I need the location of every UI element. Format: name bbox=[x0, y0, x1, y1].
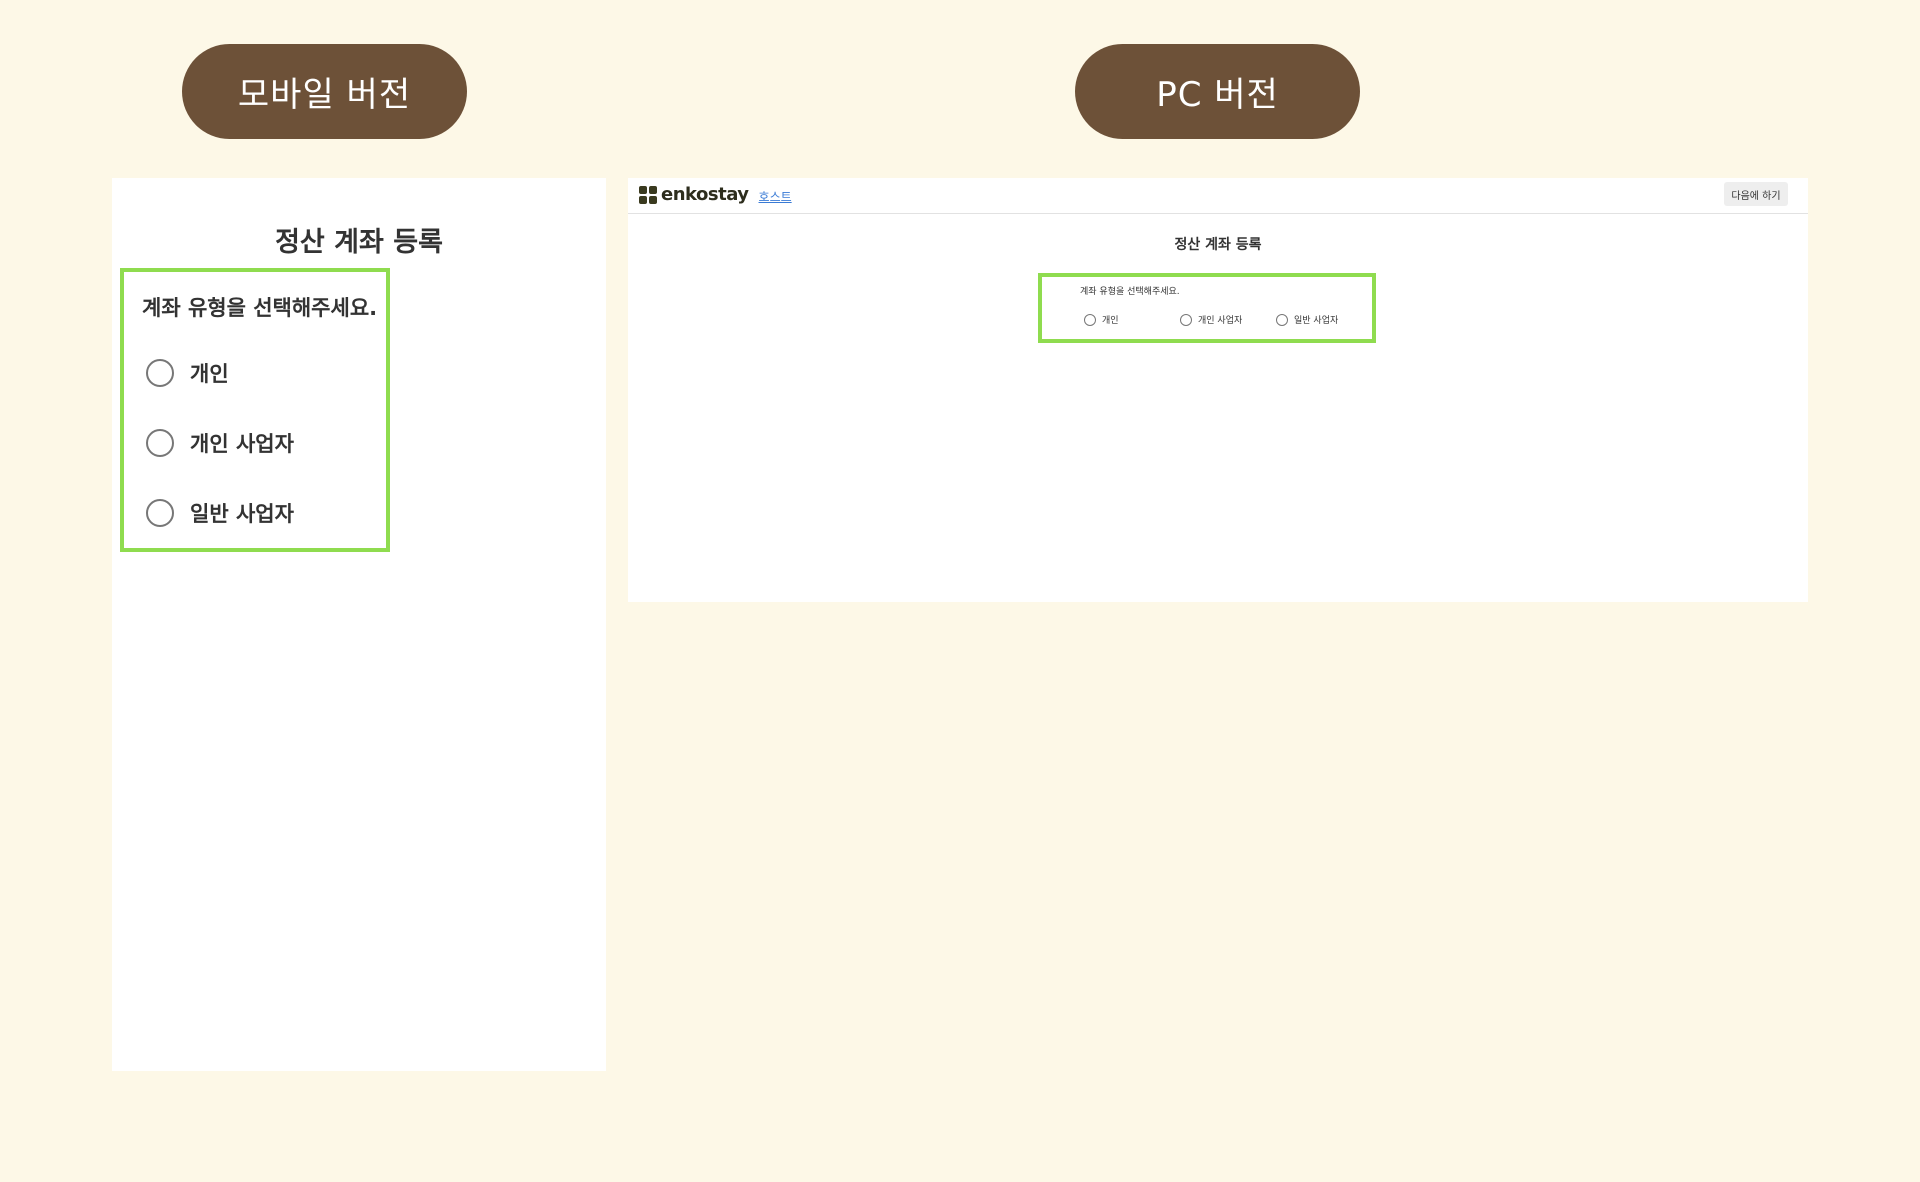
radio-option-individual[interactable]: 개인 bbox=[146, 358, 229, 388]
account-type-question: 계좌 유형을 선택해주세요. bbox=[142, 296, 378, 320]
do-later-button[interactable]: 다음에 하기 bbox=[1724, 182, 1788, 206]
page-title: 정산 계좌 등록 bbox=[1174, 237, 1262, 253]
radio-label: 일반 사업자 bbox=[1294, 316, 1339, 326]
enkostay-logo[interactable]: enkostay 호스트 bbox=[639, 184, 792, 205]
radio-label: 개인 bbox=[190, 362, 229, 386]
radio-circle-icon[interactable] bbox=[1180, 313, 1192, 326]
radio-label: 일반 사업자 bbox=[190, 502, 294, 526]
logo-grid-icon bbox=[639, 185, 657, 204]
radio-option-general-business[interactable]: 일반 사업자 bbox=[146, 498, 294, 528]
page-title: 정산 계좌 등록 bbox=[275, 227, 443, 258]
radio-option-individual[interactable]: 개인 bbox=[1084, 313, 1119, 326]
radio-circle-icon[interactable] bbox=[1084, 313, 1096, 326]
mobile-screen: 정산 계좌 등록 계좌 유형을 선택해주세요. 개인 개인 사업자 일반 사업자 bbox=[112, 178, 606, 1071]
account-type-question: 계좌 유형을 선택해주세요. bbox=[1080, 287, 1180, 297]
pc-screen: enkostay 호스트 다음에 하기 정산 계좌 등록 계좌 유형을 선택해주… bbox=[628, 178, 1808, 602]
radio-label: 개인 bbox=[1102, 316, 1119, 326]
radio-circle-icon[interactable] bbox=[146, 359, 174, 387]
pc-version-badge: PC 버전 bbox=[1075, 44, 1360, 139]
radio-circle-icon[interactable] bbox=[1276, 313, 1288, 326]
mobile-version-badge: 모바일 버전 bbox=[182, 44, 467, 139]
radio-option-sole-proprietor[interactable]: 개인 사업자 bbox=[1180, 313, 1242, 326]
account-type-highlight-box: 계좌 유형을 선택해주세요. 개인 개인 사업자 일반 사업자 bbox=[120, 268, 390, 552]
radio-option-sole-proprietor[interactable]: 개인 사업자 bbox=[146, 428, 294, 458]
radio-circle-icon[interactable] bbox=[146, 499, 174, 527]
radio-label: 개인 사업자 bbox=[190, 432, 294, 456]
mobile-version-label: 모바일 버전 bbox=[237, 75, 412, 115]
account-type-highlight-box: 계좌 유형을 선택해주세요. 개인 개인 사업자 일반 사업자 bbox=[1038, 273, 1376, 343]
radio-option-general-business[interactable]: 일반 사업자 bbox=[1276, 313, 1338, 326]
radio-circle-icon[interactable] bbox=[146, 429, 174, 457]
pc-version-label: PC 버전 bbox=[1156, 75, 1279, 115]
host-link[interactable]: 호스트 bbox=[759, 188, 792, 205]
radio-label: 개인 사업자 bbox=[1198, 316, 1243, 326]
top-header: enkostay 호스트 다음에 하기 bbox=[628, 178, 1808, 214]
logo-text: enkostay bbox=[661, 184, 749, 205]
